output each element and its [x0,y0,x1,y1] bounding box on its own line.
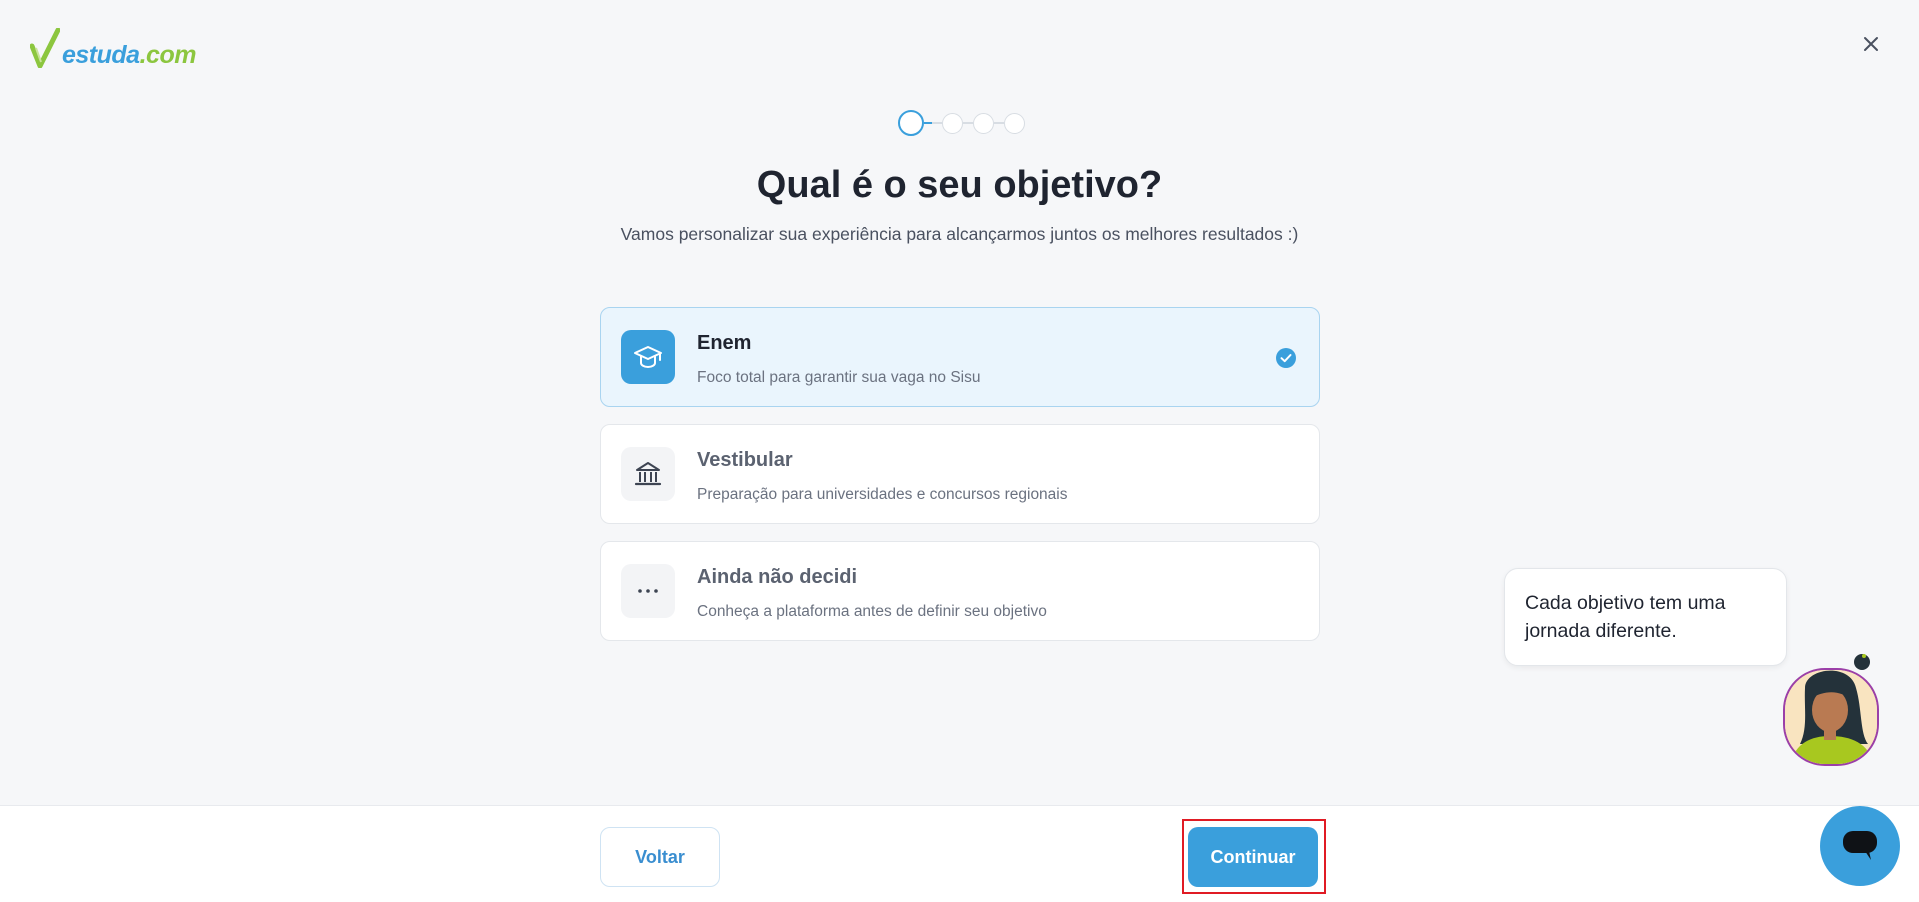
continue-highlight-frame: Continuar [1182,819,1326,894]
logo-text-estuda: estuda [62,41,140,69]
footer-bar: Voltar Continuar [0,805,1919,902]
logo-text-com: .com [139,41,197,69]
step-1 [898,110,924,136]
option-enem[interactable]: Enem Foco total para garantir sua vaga n… [600,307,1320,407]
check-circle-icon [1276,348,1296,368]
option-description: Foco total para garantir sua vaga no Sis… [697,369,981,386]
step-4 [1004,112,1025,134]
step-2 [942,112,963,134]
back-button[interactable]: Voltar [600,827,720,887]
objective-options: Enem Foco total para garantir sua vaga n… [600,307,1320,658]
onboarding-page: estuda.com Qual é o seu objetivo? Vamos … [0,0,1919,902]
step-connector [932,122,942,124]
university-building-icon [621,447,675,501]
option-title: Vestibular [697,449,793,471]
option-description: Conheça a plataforma antes de definir se… [697,603,1047,620]
progress-stepper [0,110,1919,136]
option-description: Preparação para universidades e concurso… [697,486,1068,503]
logo: estuda.com [30,28,196,68]
step-connector [924,122,932,124]
step-connector [994,122,1004,124]
logo-text: estuda.com [62,43,196,68]
assistant-message-bubble: Cada objetivo tem uma jornada diferente. [1504,568,1787,666]
option-undecided[interactable]: Ainda não decidi Conheça a plataforma an… [600,541,1320,641]
page-title: Qual é o seu objetivo? [756,164,1163,206]
graduation-cap-icon [621,330,675,384]
chat-bubble-icon [1843,831,1877,860]
option-vestibular[interactable]: Vestibular Preparação para universidades… [600,424,1320,524]
continue-button[interactable]: Continuar [1188,827,1318,887]
option-title: Ainda não decidi [697,566,858,588]
step-connector [963,122,973,124]
chat-launcher-button[interactable] [1820,806,1900,886]
more-dots-icon [621,564,675,618]
option-title: Enem [697,332,752,354]
close-icon[interactable] [1859,32,1883,56]
checkmark-logo-icon [30,28,60,68]
assistant-avatar[interactable] [1780,648,1882,766]
step-3 [973,112,994,134]
page-subtitle: Vamos personalizar sua experiência para … [620,224,1299,244]
